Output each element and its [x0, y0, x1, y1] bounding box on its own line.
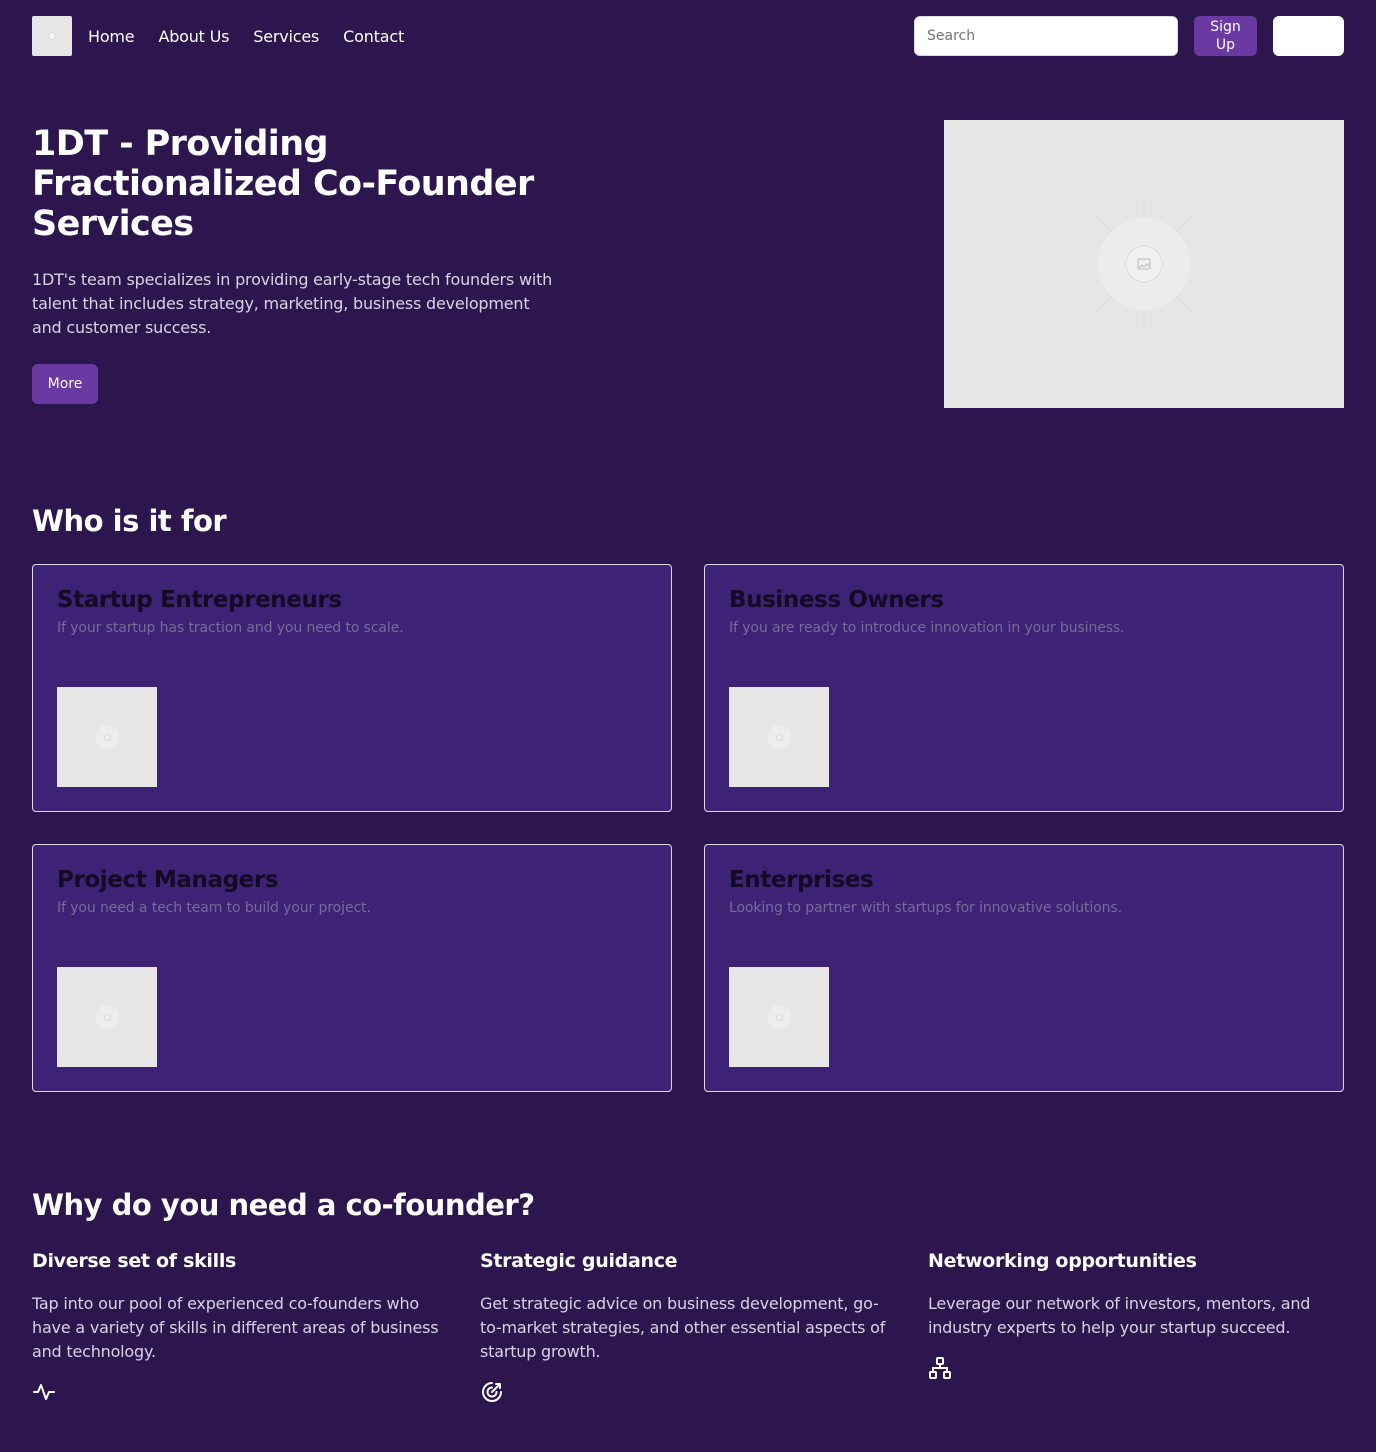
- nav-link-home[interactable]: Home: [88, 27, 135, 46]
- nav-link-about-us[interactable]: About Us: [158, 27, 229, 46]
- card-image-placeholder: [57, 687, 157, 787]
- target-arrow-icon: [482, 1382, 502, 1402]
- card-title: Startup Entrepreneurs: [57, 587, 342, 613]
- card-description: Looking to partner with startups for inn…: [729, 900, 1122, 916]
- card-image-placeholder: [57, 967, 157, 1067]
- secondary-button[interactable]: [1273, 16, 1344, 56]
- feature-description: Get strategic advice on business develop…: [480, 1294, 886, 1361]
- hero-image-placeholder: [944, 120, 1344, 408]
- who-section-title: Who is it for: [32, 504, 227, 538]
- hero-title: 1DT - Providing Fractionalized Co-Founde…: [32, 124, 534, 244]
- logo[interactable]: [32, 16, 72, 56]
- nav-link-services[interactable]: Services: [253, 27, 319, 46]
- image-placeholder-icon: [103, 1013, 111, 1021]
- card-description: If you need a tech team to build your pr…: [57, 900, 371, 916]
- why-section-title: Why do you need a co-founder?: [32, 1188, 535, 1222]
- search-input[interactable]: [914, 16, 1178, 56]
- feature-item: Strategic guidance Get strategic advice …: [480, 1250, 896, 1404]
- feature-title: Networking opportunities: [928, 1250, 1197, 1272]
- feature-description: Leverage our network of investors, mento…: [928, 1294, 1311, 1337]
- hero-description: 1DT's team specializes in providing earl…: [32, 270, 553, 337]
- feature-title: Diverse set of skills: [32, 1250, 237, 1272]
- card-title: Business Owners: [729, 587, 944, 613]
- sign-up-button[interactable]: Sign Up: [1194, 16, 1257, 56]
- feature-item: Diverse set of skills Tap into our pool …: [32, 1250, 448, 1404]
- network-icon: [929, 1357, 951, 1379]
- card-title: Enterprises: [729, 867, 874, 893]
- image-placeholder-icon: [103, 733, 111, 741]
- audience-card[interactable]: Business Owners If you are ready to intr…: [704, 564, 1344, 812]
- card-description: If your startup has traction and you nee…: [57, 620, 404, 636]
- audience-card[interactable]: Startup Entrepreneurs If your startup ha…: [32, 564, 672, 812]
- image-placeholder-icon: [1074, 194, 1214, 334]
- nav-link-contact[interactable]: Contact: [343, 27, 404, 46]
- card-description: If you are ready to introduce innovation…: [729, 620, 1125, 636]
- card-image-placeholder: [729, 687, 829, 787]
- audience-card[interactable]: Project Managers If you need a tech team…: [32, 844, 672, 1092]
- audience-card[interactable]: Enterprises Looking to partner with star…: [704, 844, 1344, 1092]
- nav-actions: Sign Up: [914, 16, 1344, 56]
- card-image-placeholder: [729, 967, 829, 1067]
- logo-mark-icon: [49, 33, 55, 39]
- feature-title: Strategic guidance: [480, 1250, 678, 1272]
- top-nav: Home About Us Services Contact Sign Up: [32, 16, 1344, 56]
- activity-icon: [33, 1384, 55, 1400]
- image-placeholder-icon: [775, 733, 783, 741]
- card-title: Project Managers: [57, 867, 279, 893]
- more-button[interactable]: More: [32, 364, 98, 404]
- nav-links: Home About Us Services Contact: [88, 27, 404, 46]
- feature-item: Networking opportunities Leverage our ne…: [928, 1250, 1344, 1380]
- feature-description: Tap into our pool of experienced co-foun…: [32, 1294, 439, 1361]
- image-placeholder-icon: [775, 1013, 783, 1021]
